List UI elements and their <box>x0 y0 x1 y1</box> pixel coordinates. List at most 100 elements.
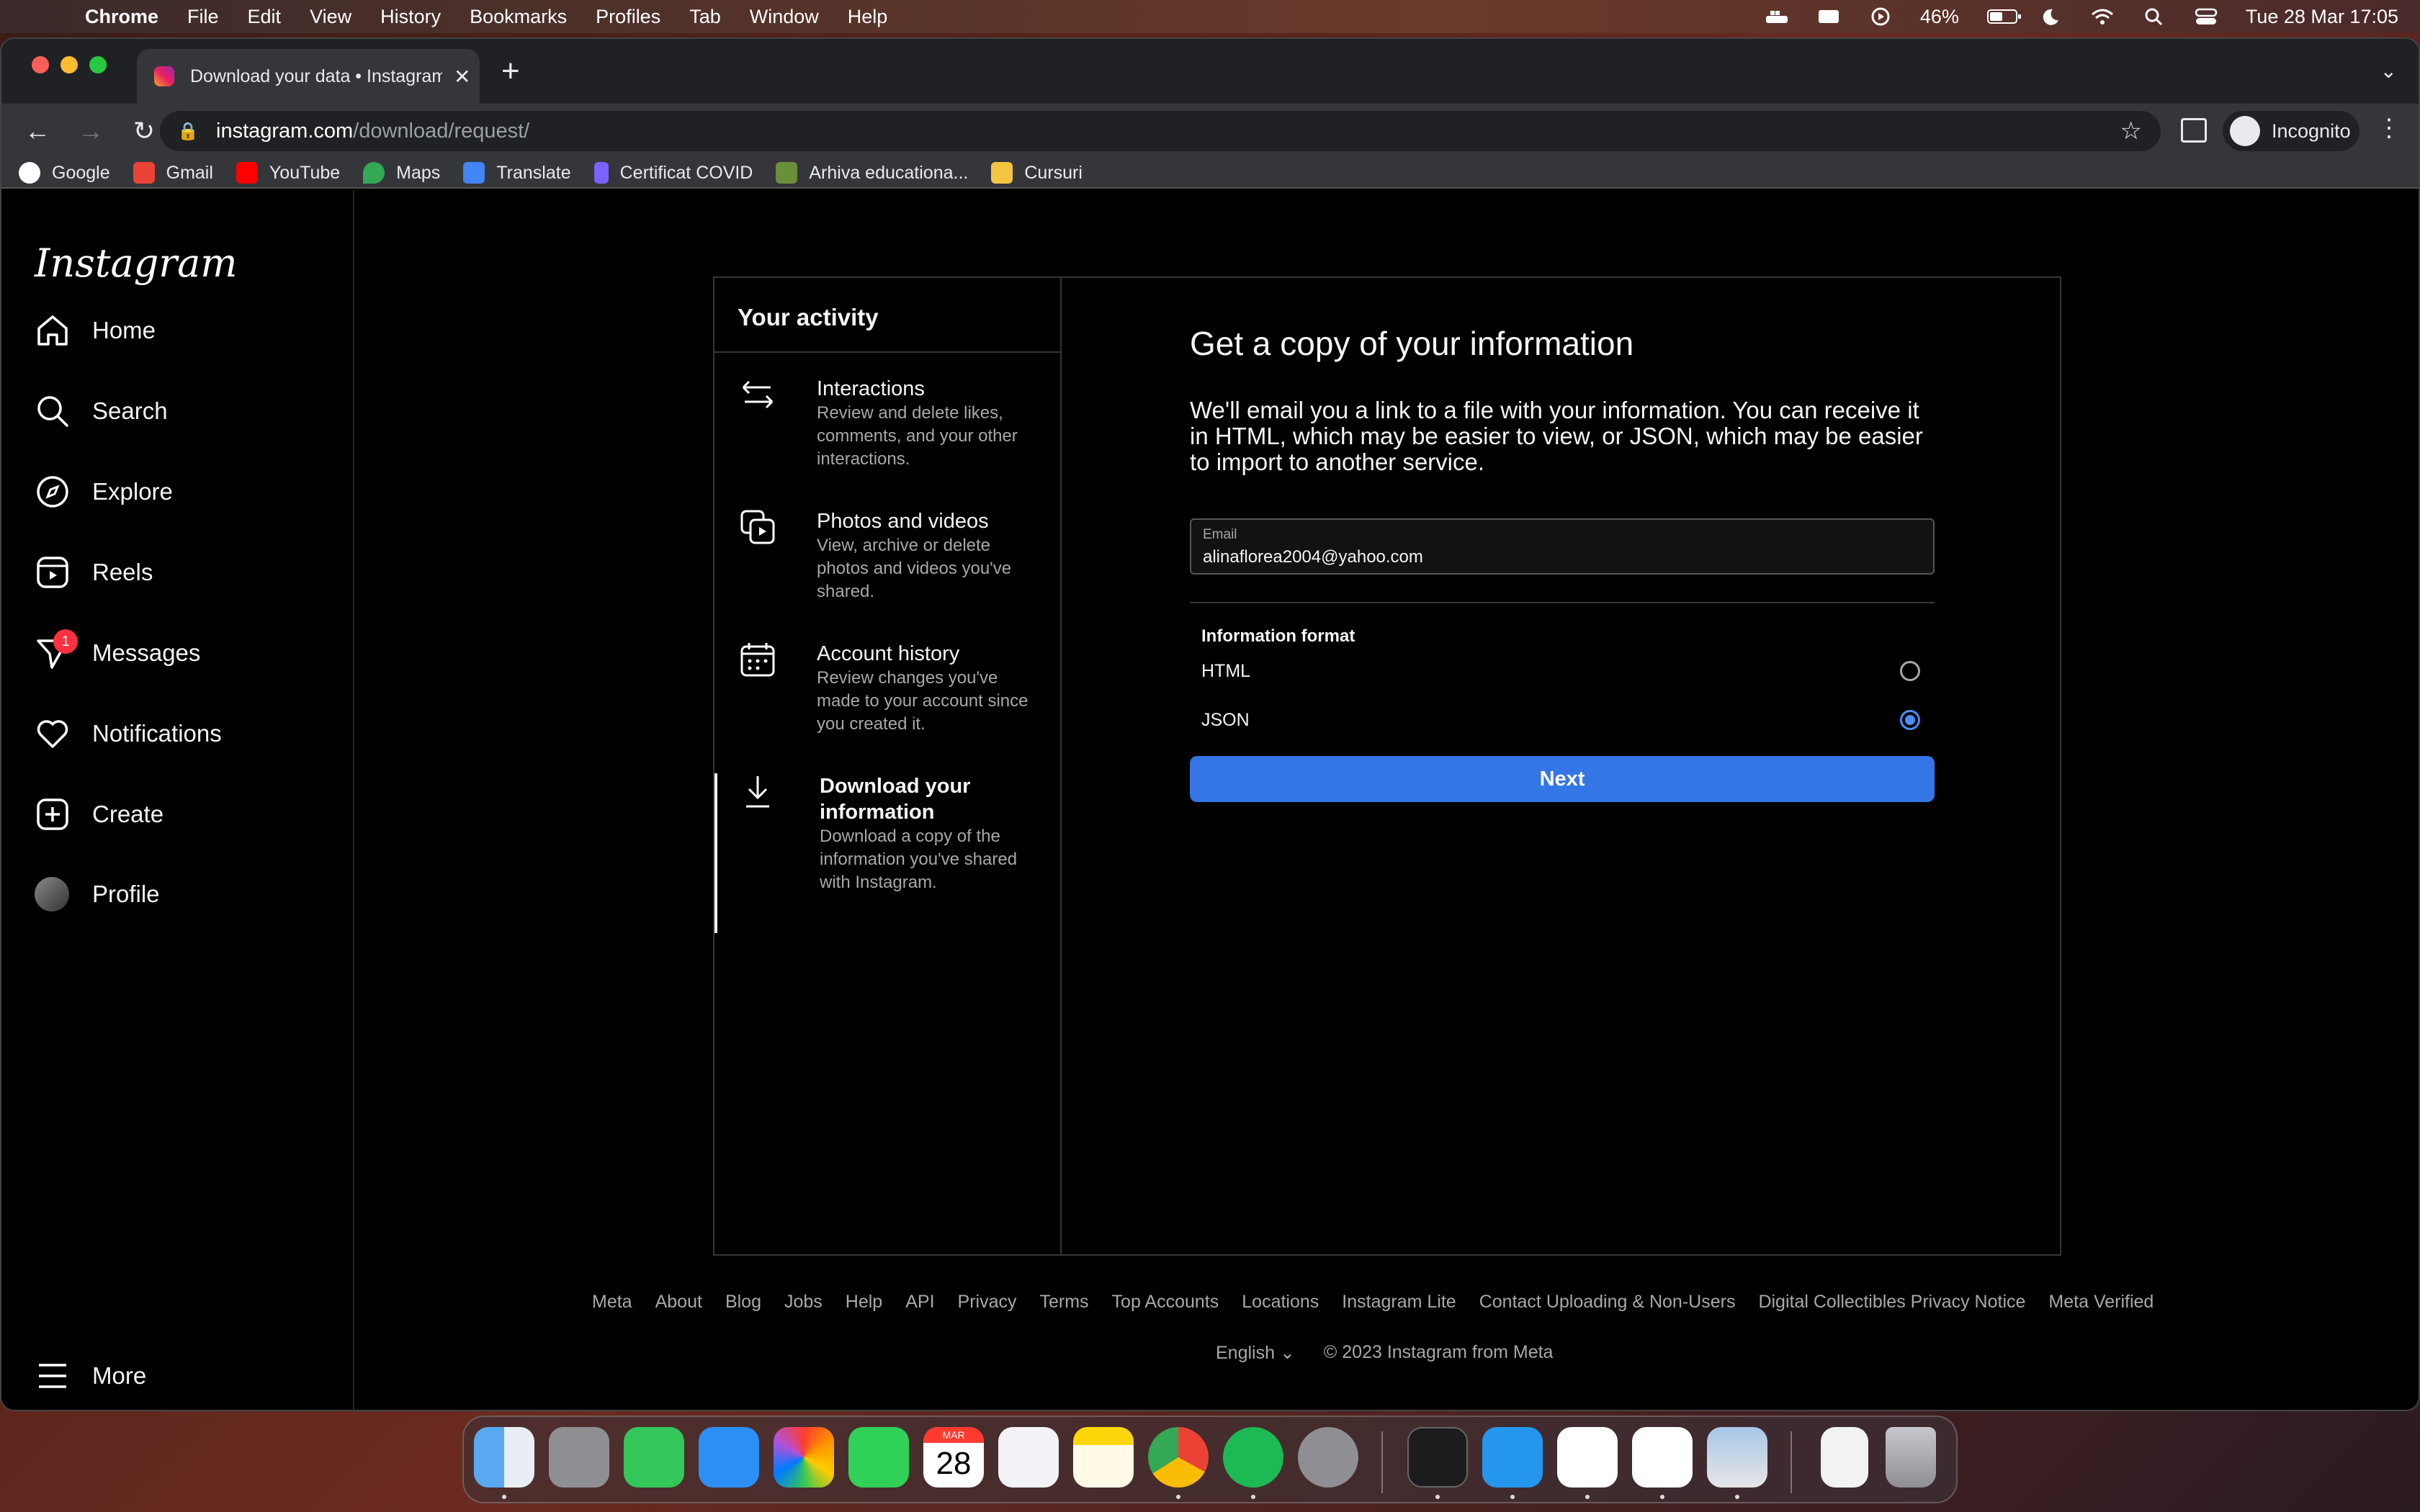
footer-link[interactable]: Top Accounts <box>1112 1292 1219 1313</box>
calendar-app-icon[interactable]: MAR 28 <box>923 1427 984 1488</box>
messages-app-icon[interactable] <box>624 1427 684 1488</box>
terminal-icon[interactable] <box>1407 1427 1468 1488</box>
bookmark-certificat-covid[interactable]: Certificat COVID <box>593 162 753 184</box>
bookmark-arhiva[interactable]: Arhiva educationa... <box>776 162 968 184</box>
footer-link[interactable]: Meta Verified <box>2048 1292 2154 1313</box>
footer-link[interactable]: Digital Collectibles Privacy Notice <box>1758 1292 2025 1313</box>
footer-link[interactable]: Blog <box>725 1292 761 1313</box>
close-tab-icon[interactable]: ✕ <box>454 65 470 89</box>
incognito-profile-button[interactable]: Incognito <box>2223 111 2360 151</box>
chrome-menu-icon[interactable]: ⋮ <box>2377 114 2401 143</box>
menu-help[interactable]: Help <box>848 6 888 28</box>
footer-link[interactable]: Meta <box>592 1292 632 1313</box>
sidebar-item-explore[interactable]: Explore <box>35 474 173 510</box>
sidebar-item-notifications[interactable]: Notifications <box>35 716 222 752</box>
sidebar-item-more[interactable]: More <box>35 1358 146 1394</box>
sidebar-item-create[interactable]: Create <box>35 796 163 832</box>
language-selector[interactable]: English ⌄ <box>1216 1342 1295 1364</box>
chrome-icon[interactable] <box>1148 1427 1209 1488</box>
trash-icon[interactable] <box>1886 1427 1936 1488</box>
interactions-arrows-icon <box>739 376 776 413</box>
menu-file[interactable]: File <box>187 6 219 28</box>
sidebar-item-search[interactable]: Search <box>35 393 168 429</box>
photos-icon[interactable] <box>774 1427 834 1488</box>
close-window-button[interactable] <box>32 56 49 73</box>
menu-history[interactable]: History <box>380 6 441 28</box>
facetime-icon[interactable] <box>848 1427 909 1488</box>
bookmark-maps[interactable]: Maps <box>363 162 440 184</box>
footer-link[interactable]: Locations <box>1242 1292 1319 1313</box>
footer-link[interactable]: Jobs <box>784 1292 823 1313</box>
footer-links: Meta About Blog Jobs Help API Privacy Te… <box>592 1292 2177 1313</box>
battery-icon[interactable] <box>1986 7 2021 26</box>
footer-link[interactable]: Terms <box>1039 1292 1088 1313</box>
menu-bookmarks[interactable]: Bookmarks <box>470 6 567 28</box>
footer-link[interactable]: About <box>655 1292 702 1313</box>
system-settings-icon[interactable] <box>1298 1427 1358 1488</box>
new-tab-icon[interactable]: + <box>501 53 520 89</box>
address-bar[interactable]: 🔒 instagram.com/download/request/ ☆ <box>160 111 2161 151</box>
docker-status-icon[interactable] <box>1765 7 1789 26</box>
play-status-icon[interactable] <box>1868 7 1893 26</box>
activity-item-account-history[interactable]: Account history Review changes you've ma… <box>714 641 1060 736</box>
slack-icon[interactable] <box>1632 1427 1693 1488</box>
email-field[interactable]: Email alinaflorea2004@yahoo.com <box>1190 518 1935 575</box>
activity-item-title: Account history <box>817 642 960 665</box>
footer-link[interactable]: Privacy <box>958 1292 1017 1313</box>
footer-link[interactable]: Help <box>846 1292 882 1313</box>
tab-instagram[interactable]: Download your data • Instagram ✕ <box>137 49 480 104</box>
sidebar-item-reels[interactable]: Reels <box>35 554 153 590</box>
minimize-window-button[interactable] <box>60 56 78 73</box>
control-center-icon[interactable] <box>2194 7 2218 26</box>
docker-icon[interactable] <box>1482 1427 1543 1488</box>
launchpad-icon[interactable] <box>549 1427 609 1488</box>
vscode-icon[interactable] <box>1557 1427 1618 1488</box>
reload-icon[interactable]: ↻ <box>127 116 161 146</box>
bookmark-youtube[interactable]: YouTube <box>236 162 340 184</box>
footer-link[interactable]: API <box>905 1292 934 1313</box>
finder-icon[interactable] <box>474 1427 534 1488</box>
tab-search-chevron-icon[interactable]: ⌄ <box>2380 59 2397 83</box>
menu-window[interactable]: Window <box>750 6 819 28</box>
footer-link[interactable]: Contact Uploading & Non-Users <box>1479 1292 1736 1313</box>
footer-link[interactable]: Instagram Lite <box>1342 1292 1456 1313</box>
spotify-icon[interactable] <box>1223 1427 1283 1488</box>
menu-view[interactable]: View <box>310 6 351 28</box>
bookmark-translate[interactable]: Translate <box>463 162 571 184</box>
wifi-icon[interactable] <box>2090 7 2115 26</box>
spotlight-search-icon[interactable] <box>2142 7 2166 26</box>
bookmark-star-icon[interactable]: ☆ <box>2120 117 2142 145</box>
notes-icon[interactable] <box>1073 1427 1134 1488</box>
html-radio[interactable] <box>1900 661 1920 681</box>
bookmark-gmail[interactable]: Gmail <box>133 162 213 184</box>
menu-edit[interactable]: Edit <box>248 6 282 28</box>
bookmark-google[interactable]: Google <box>19 162 110 184</box>
document-stack-icon[interactable] <box>1821 1427 1868 1488</box>
json-radio[interactable] <box>1900 710 1920 730</box>
clock[interactable]: Tue 28 Mar 17:05 <box>2246 6 2398 28</box>
menu-tab[interactable]: Tab <box>689 6 721 28</box>
sidebar-item-profile[interactable]: Profile <box>35 877 160 912</box>
sidebar-item-messages[interactable]: 1 Messages <box>35 629 200 671</box>
preview-icon[interactable] <box>1707 1427 1767 1488</box>
sidebar-item-home[interactable]: Home <box>35 312 156 348</box>
zoom-window-button[interactable] <box>89 56 107 73</box>
side-panel-icon[interactable] <box>2181 118 2207 143</box>
format-option-html[interactable]: HTML <box>1190 647 1935 696</box>
forward-icon[interactable]: → <box>73 116 108 146</box>
focus-moon-icon[interactable] <box>2038 7 2063 26</box>
format-option-json[interactable]: JSON <box>1190 696 1935 744</box>
lock-icon[interactable]: 🔒 <box>177 121 199 142</box>
activity-item-interactions[interactable]: Interactions Review and delete likes, co… <box>714 376 1060 471</box>
mail-icon[interactable] <box>699 1427 759 1488</box>
menu-app-name[interactable]: Chrome <box>85 6 158 28</box>
activity-item-download-information[interactable]: Download your information Download a cop… <box>714 773 1060 933</box>
keyboard-status-icon[interactable] <box>1816 7 1841 26</box>
next-button[interactable]: Next <box>1190 756 1935 802</box>
reminders-icon[interactable] <box>998 1427 1059 1488</box>
instagram-logo[interactable]: Instagram <box>35 240 238 286</box>
bookmark-cursuri[interactable]: Cursuri <box>991 162 1083 184</box>
back-icon[interactable]: ← <box>20 116 55 146</box>
activity-item-photos-videos[interactable]: Photos and videos View, archive or delet… <box>714 508 1060 603</box>
menu-profiles[interactable]: Profiles <box>596 6 660 28</box>
